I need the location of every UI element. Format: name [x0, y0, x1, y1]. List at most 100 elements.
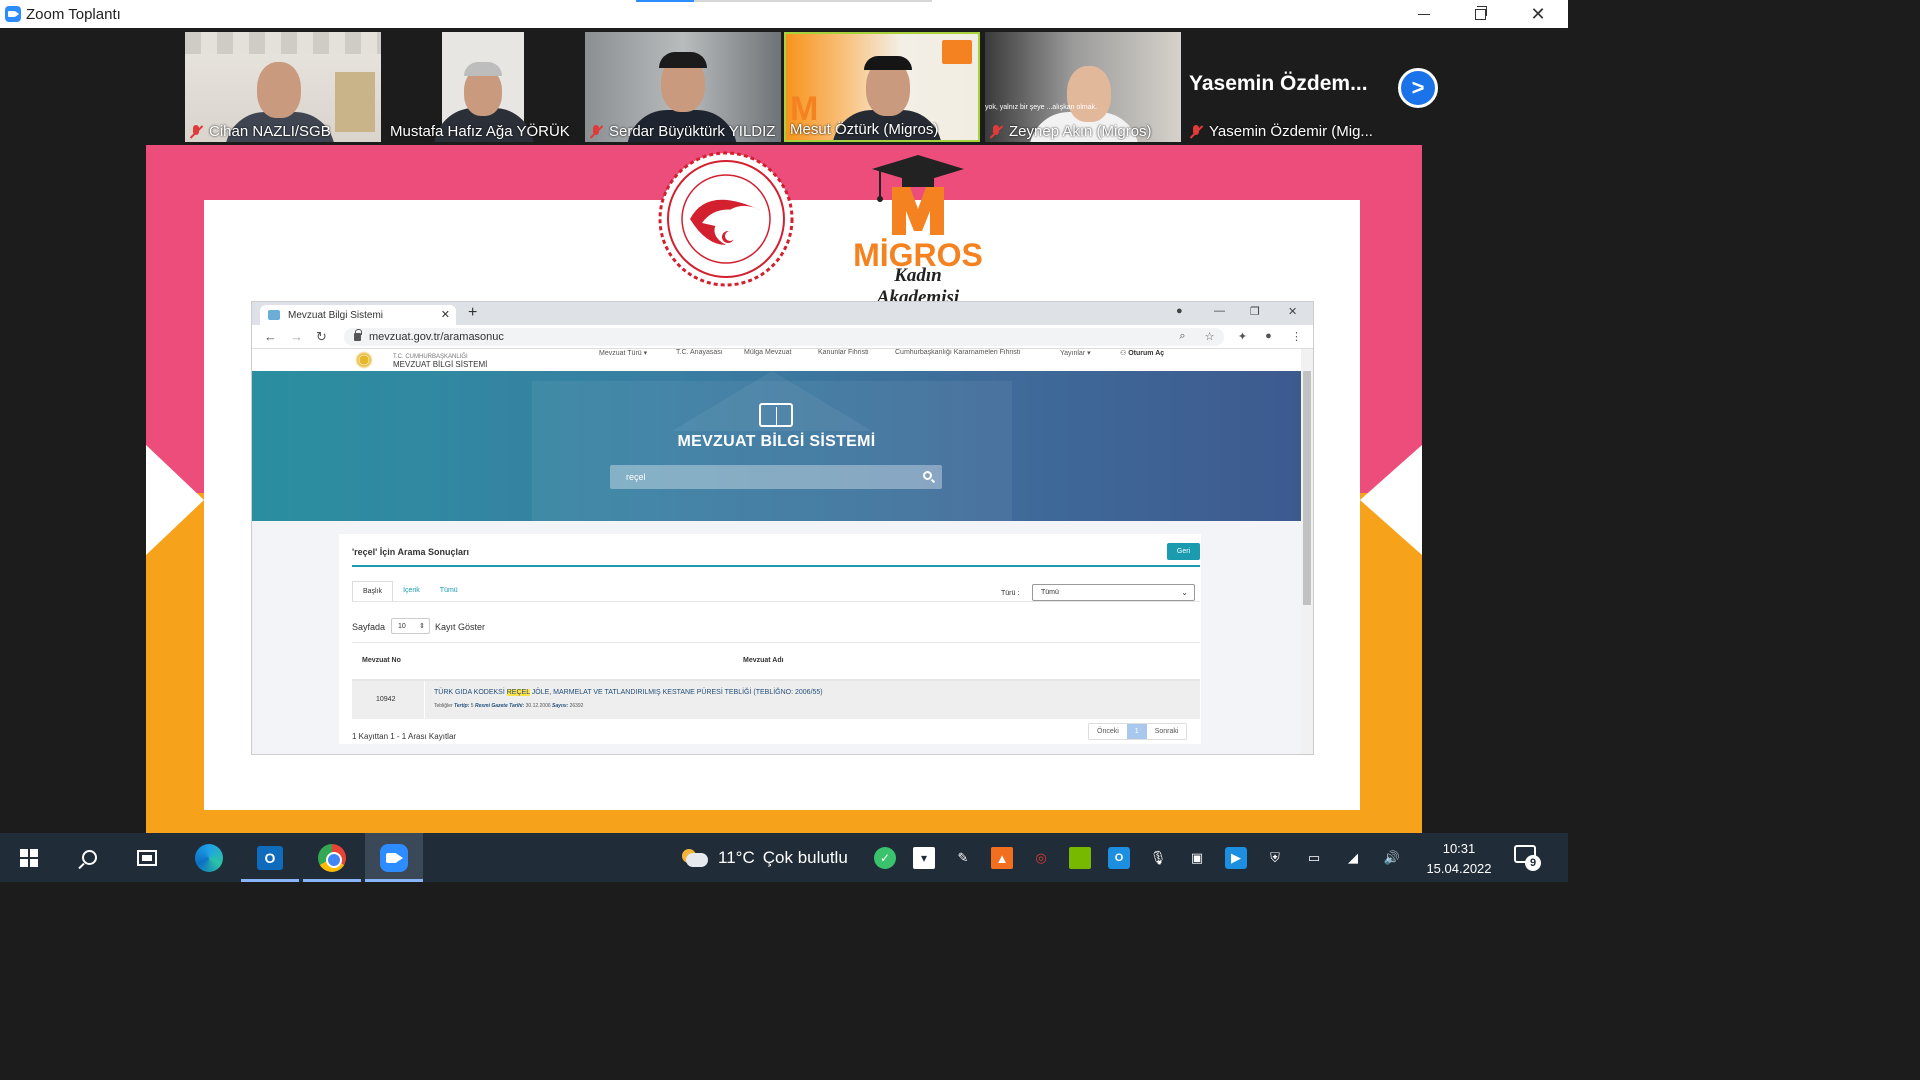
- security-check-icon[interactable]: ✓: [874, 847, 896, 869]
- lock-icon: [354, 329, 362, 341]
- participant-tile-5[interactable]: yok, yalnız bir şeye ...alışkan olmak. Z…: [985, 32, 1181, 142]
- per-page-select[interactable]: 10 ⇕: [391, 618, 430, 634]
- tray-alert-app-icon[interactable]: ◎: [1030, 847, 1052, 869]
- menu-oturum-ac[interactable]: ⚇ Oturum Aç: [1120, 349, 1164, 357]
- column-header-name[interactable]: Mevzuat Adı: [743, 657, 784, 664]
- browser-close-icon[interactable]: ✕: [1288, 305, 1297, 318]
- table-row[interactable]: 10942 TÜRK GIDA KODEKSİ REÇEL JÖLE, MARM…: [352, 681, 1200, 719]
- pager-previous[interactable]: Önceki: [1089, 724, 1127, 739]
- page-scrollbar[interactable]: [1301, 349, 1313, 754]
- zoom-title-bar: Zoom Toplantı ✕: [0, 0, 1568, 28]
- browser-tab[interactable]: Mevzuat Bilgi Sistemi ✕: [260, 305, 456, 325]
- video-caption-text: yok, yalnız bir şeye ...alışkan olmak.: [985, 104, 1098, 111]
- wifi-icon[interactable]: ◢: [1342, 847, 1364, 869]
- menu-mulga-mevzuat[interactable]: Mülga Mevzuat: [744, 349, 791, 356]
- row-mevzuat-name-link[interactable]: TÜRK GIDA KODEKSİ REÇEL JÖLE, MARMELAT V…: [434, 689, 823, 696]
- search-input[interactable]: reçel: [610, 465, 942, 489]
- menu-kanunlar-fihristi[interactable]: Kanunlar Fihristi: [818, 349, 869, 356]
- zoom-lens-icon[interactable]: ⌕: [1176, 330, 1189, 343]
- taskbar-chrome[interactable]: [303, 833, 361, 882]
- browser-minimize-icon[interactable]: —: [1214, 305, 1225, 317]
- pagination: Önceki 1 Sonraki: [1088, 723, 1188, 740]
- tray-sign-icon[interactable]: ✎: [952, 847, 974, 869]
- restore-button[interactable]: [1452, 0, 1508, 28]
- search-button[interactable]: [60, 833, 118, 882]
- tray-app-icon[interactable]: ▾: [913, 847, 935, 869]
- volume-icon[interactable]: 🔊: [1381, 847, 1403, 869]
- microphone-icon[interactable]: 🎙: [1147, 847, 1169, 869]
- column-header-no[interactable]: Mevzuat No: [362, 657, 401, 664]
- per-page-suffix: Kayıt Göster: [435, 622, 486, 632]
- participant-tile-2[interactable]: Mustafa Hafız Ağa YÖRÜK: [386, 32, 582, 142]
- scrollbar-thumb[interactable]: [1303, 371, 1311, 605]
- system-clock[interactable]: 10:31 15.04.2022: [1416, 839, 1502, 879]
- back-button[interactable]: Geri: [1167, 543, 1200, 560]
- taskbar-zoom[interactable]: [365, 833, 423, 882]
- start-button[interactable]: [0, 833, 58, 882]
- next-page-button[interactable]: >: [1398, 68, 1438, 108]
- bookmark-star-icon[interactable]: ☆: [1203, 330, 1216, 343]
- forward-arrow-icon[interactable]: →: [290, 329, 303, 344]
- profile-dropdown-icon[interactable]: ●: [1176, 305, 1183, 317]
- tab-tumu[interactable]: Tümü: [430, 581, 468, 601]
- address-bar[interactable]: mevzuat.gov.tr/aramasonuc: [344, 328, 1224, 346]
- menu-anayasa[interactable]: T.C. Anayasası: [676, 349, 723, 356]
- pager-page-1[interactable]: 1: [1126, 724, 1147, 739]
- tab-icerik[interactable]: İçerik: [393, 581, 430, 601]
- profile-avatar-icon[interactable]: ●: [1262, 330, 1275, 343]
- zoom-tray-icon[interactable]: ▶: [1225, 847, 1247, 869]
- close-icon: ✕: [1530, 3, 1546, 25]
- tabs-divider: [352, 601, 1200, 602]
- outlook-tray-icon[interactable]: O: [1108, 847, 1130, 869]
- participant-name: Zeynep Akın (Migros): [989, 123, 1177, 140]
- extensions-icon[interactable]: ✦: [1236, 330, 1249, 343]
- new-tab-button[interactable]: +: [468, 304, 477, 322]
- site-favicon-icon: [268, 310, 280, 320]
- menu-kararnameler-fihristi[interactable]: Cumhurbaşkanlığı Kararnameleri Fihristi: [895, 349, 1020, 356]
- participant-tile-1[interactable]: Cihan NAZLI/SGB: [185, 32, 381, 142]
- taskbar-edge[interactable]: [180, 833, 238, 882]
- windows-security-icon[interactable]: ⛨: [1264, 847, 1286, 869]
- notification-center-button[interactable]: 9: [1514, 845, 1541, 871]
- tab-close-icon[interactable]: ✕: [441, 308, 450, 321]
- browser-toolbar: ← → ↻ mevzuat.gov.tr/aramasonuc ⌕ ☆ ✦ ● …: [252, 325, 1313, 349]
- participant-name: Mustafa Hafız Ağa YÖRÜK: [390, 123, 570, 140]
- browser-restore-icon[interactable]: ❐: [1250, 305, 1260, 318]
- task-view-button[interactable]: [118, 833, 176, 882]
- browser-menu-icon[interactable]: ⋮: [1290, 330, 1303, 343]
- task-view-icon: [137, 849, 157, 866]
- tray-orange-app-icon[interactable]: ▲: [991, 847, 1013, 869]
- display-sync-icon[interactable]: ▣: [1186, 847, 1208, 869]
- back-arrow-icon[interactable]: ←: [264, 329, 277, 344]
- reload-icon[interactable]: ↻: [316, 329, 327, 345]
- shared-screen: MİGROS Kadın Akademisi Mevzuat Bilgi Sis…: [146, 145, 1422, 833]
- participant-tile-3[interactable]: Serdar Büyüktürk YILDIZ: [585, 32, 781, 142]
- battery-icon[interactable]: ▭: [1303, 847, 1325, 869]
- results-count: 1 Kayıttan 1 - 1 Arası Kayıtlar: [352, 732, 457, 741]
- weather-widget[interactable]: 11°C Çok bulutlu: [680, 833, 848, 882]
- menu-yayinlar[interactable]: Yayınlar ▾: [1060, 349, 1091, 357]
- search-icon: [81, 850, 97, 865]
- per-page-value: 10: [398, 622, 406, 630]
- participant-display-name: Yasemin Özdem...: [1189, 72, 1368, 95]
- participant-strip: Cihan NAZLI/SGB Mustafa Hafız Ağa YÖRÜK …: [0, 28, 1568, 145]
- menu-mevzuat-turu[interactable]: Mevzuat Türü ▾: [599, 349, 647, 357]
- participant-name: Serdar Büyüktürk YILDIZ: [589, 123, 777, 140]
- view-toggle-bar[interactable]: [636, 0, 932, 2]
- migros-academy-logo: MİGROS Kadın Akademisi: [852, 153, 984, 308]
- mevzuat-page: T.C. CUMHURBAŞKANLIĞI MEVZUAT BİLGİ SİST…: [252, 349, 1301, 754]
- search-highlight: REÇEL: [506, 689, 530, 696]
- type-filter-select[interactable]: Tümü ⌄: [1032, 584, 1195, 601]
- clock-date: 15.04.2022: [1426, 861, 1492, 876]
- updown-caret-icon: ⇕: [419, 623, 425, 630]
- taskbar-outlook[interactable]: O: [241, 833, 299, 882]
- nvidia-icon[interactable]: [1069, 847, 1091, 869]
- pager-next[interactable]: Sonraki: [1147, 724, 1187, 739]
- participant-tile-6[interactable]: Yasemin Özdem... Yasemin Özdemir (Mig...: [1185, 32, 1381, 142]
- site-logo-text[interactable]: T.C. CUMHURBAŞKANLIĞI MEVZUAT BİLGİ SİST…: [393, 353, 487, 369]
- participant-tile-4[interactable]: M Mesut Öztürk (Migros): [784, 32, 980, 142]
- minimize-button[interactable]: [1396, 0, 1452, 28]
- tab-baslik[interactable]: Başlık: [352, 581, 394, 601]
- search-icon[interactable]: [923, 471, 932, 480]
- close-button[interactable]: ✕: [1510, 0, 1566, 28]
